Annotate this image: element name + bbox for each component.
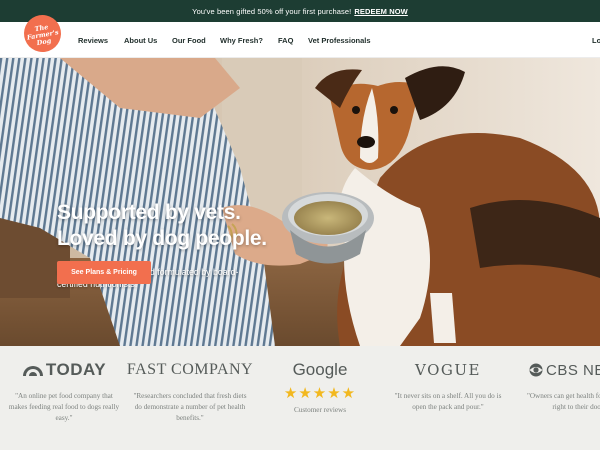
dog-nose: [357, 136, 375, 148]
vogue-logo-text: VOGUE: [415, 361, 481, 379]
hero-title-line-1: Supported by vets.: [57, 201, 241, 224]
hero-title: Supported by vets. Loved by dog people.: [57, 200, 267, 252]
see-plans-pricing-button[interactable]: See Plans & Pricing: [57, 261, 151, 284]
nav-about-us[interactable]: About Us: [124, 36, 157, 45]
vogue-quote: "It never sits on a shelf. All you do is…: [394, 392, 502, 411]
fast-company-logo-text: FAST COMPANY: [126, 361, 254, 378]
today-logo-text: TODAY: [45, 360, 107, 379]
nav-reviews[interactable]: Reviews: [78, 36, 108, 45]
google-logo: Google: [258, 358, 382, 382]
nbc-peacock-icon: [22, 366, 43, 376]
press-strip: TODAY "An online pet food company that m…: [0, 346, 600, 450]
dog-eye-right: [390, 106, 398, 114]
promo-text: You've been gifted 50% off your first pu…: [192, 6, 352, 16]
customer-reviews-caption: Customer reviews: [293, 406, 347, 414]
press-item-google: Google ★★★★★ Customer reviews: [258, 346, 382, 414]
cbs-quote: "Owners can get health food shipped righ…: [526, 392, 600, 411]
today-logo: TODAY: [2, 358, 126, 382]
main-nav: Reviews About Us Our Food Why Fresh? FAQ…: [0, 22, 600, 58]
dog-leg: [430, 293, 456, 343]
cbs-eye-icon: [529, 363, 543, 377]
dog-leg: [372, 288, 392, 343]
cbs-logo-text: CBS NE: [546, 361, 600, 379]
press-item-cbs: CBS NE "Owners can get health food shipp…: [518, 346, 600, 413]
cbs-news-logo: CBS NE: [518, 358, 600, 382]
today-quote: "An online pet food company that makes f…: [8, 392, 120, 422]
fast-company-quote: "Researchers concluded that fresh diets …: [133, 392, 247, 422]
google-logo-text: Google: [292, 360, 348, 379]
nav-our-food[interactable]: Our Food: [172, 36, 206, 45]
star-rating: ★★★★★: [283, 385, 357, 402]
nav-login[interactable]: Lo: [592, 36, 600, 45]
redeem-now-link[interactable]: REDEEM NOW: [354, 7, 408, 16]
press-item-vogue: VOGUE "It never sits on a shelf. All you…: [386, 346, 510, 413]
nav-vet-professionals[interactable]: Vet Professionals: [308, 36, 371, 45]
hero-title-line-2: Loved by dog people.: [57, 227, 267, 250]
fresh-food: [294, 201, 362, 235]
hero-section: Supported by vets. Loved by dog people. …: [0, 58, 600, 346]
dog-eye-left: [352, 106, 360, 114]
promo-bar: You've been gifted 50% off your first pu…: [0, 0, 600, 22]
nav-why-fresh[interactable]: Why Fresh?: [220, 36, 263, 45]
fast-company-logo: FAST COMPANY: [126, 358, 254, 382]
vogue-logo: VOGUE: [386, 358, 510, 382]
press-item-fast-company: FAST COMPANY "Researchers concluded that…: [126, 346, 254, 424]
nav-faq[interactable]: FAQ: [278, 36, 293, 45]
press-item-today: TODAY "An online pet food company that m…: [2, 346, 126, 424]
